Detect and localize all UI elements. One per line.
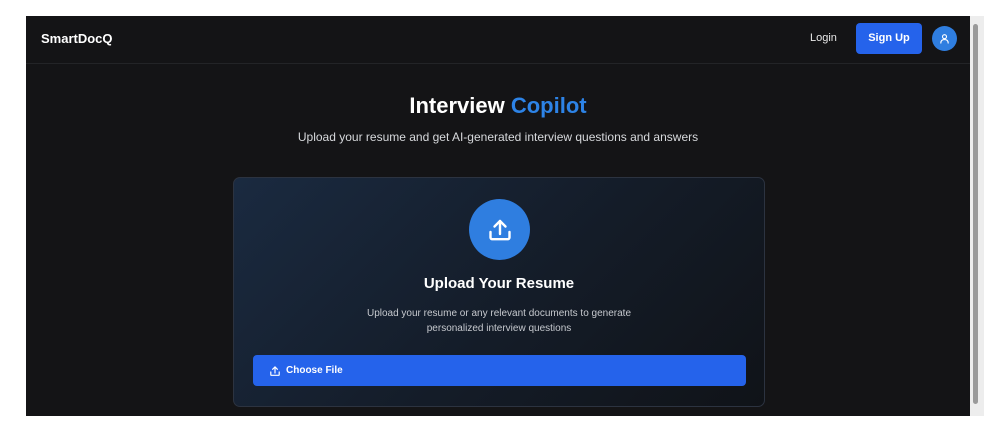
user-icon: [940, 34, 949, 44]
signup-button[interactable]: Sign Up: [856, 23, 922, 54]
page-title: Interview Copilot: [26, 93, 970, 119]
title-main: Interview: [409, 93, 505, 118]
upload-card-description-line1: Upload your resume or any relevant docum…: [366, 308, 632, 319]
upload-card-description: Upload your resume or any relevant docum…: [324, 306, 674, 336]
upload-card: Upload Your Resume Upload your resume or…: [233, 177, 765, 407]
upload-card-title: Upload Your Resume: [423, 275, 575, 292]
brand-logo[interactable]: SmartDocQ: [41, 31, 113, 46]
navbar: SmartDocQ Login Sign Up: [26, 16, 970, 64]
app-viewport: SmartDocQ Login Sign Up Interview Copilo…: [26, 16, 970, 416]
upload-icon: [488, 219, 511, 240]
upload-icon-circle: [469, 199, 530, 260]
choose-file-button[interactable]: Choose File: [253, 355, 746, 386]
upload-card-description-line2: personalized interview questions: [426, 323, 572, 334]
scrollbar-thumb[interactable]: [973, 24, 978, 404]
login-link[interactable]: Login: [810, 32, 837, 44]
user-avatar-button[interactable]: [932, 26, 957, 51]
page-subtitle: Upload your resume and get AI-generated …: [297, 130, 699, 144]
choose-file-label: Choose File: [286, 365, 343, 376]
upload-small-icon: [270, 365, 280, 376]
title-accent: Copilot: [510, 93, 587, 118]
scrollbar[interactable]: [970, 16, 984, 416]
